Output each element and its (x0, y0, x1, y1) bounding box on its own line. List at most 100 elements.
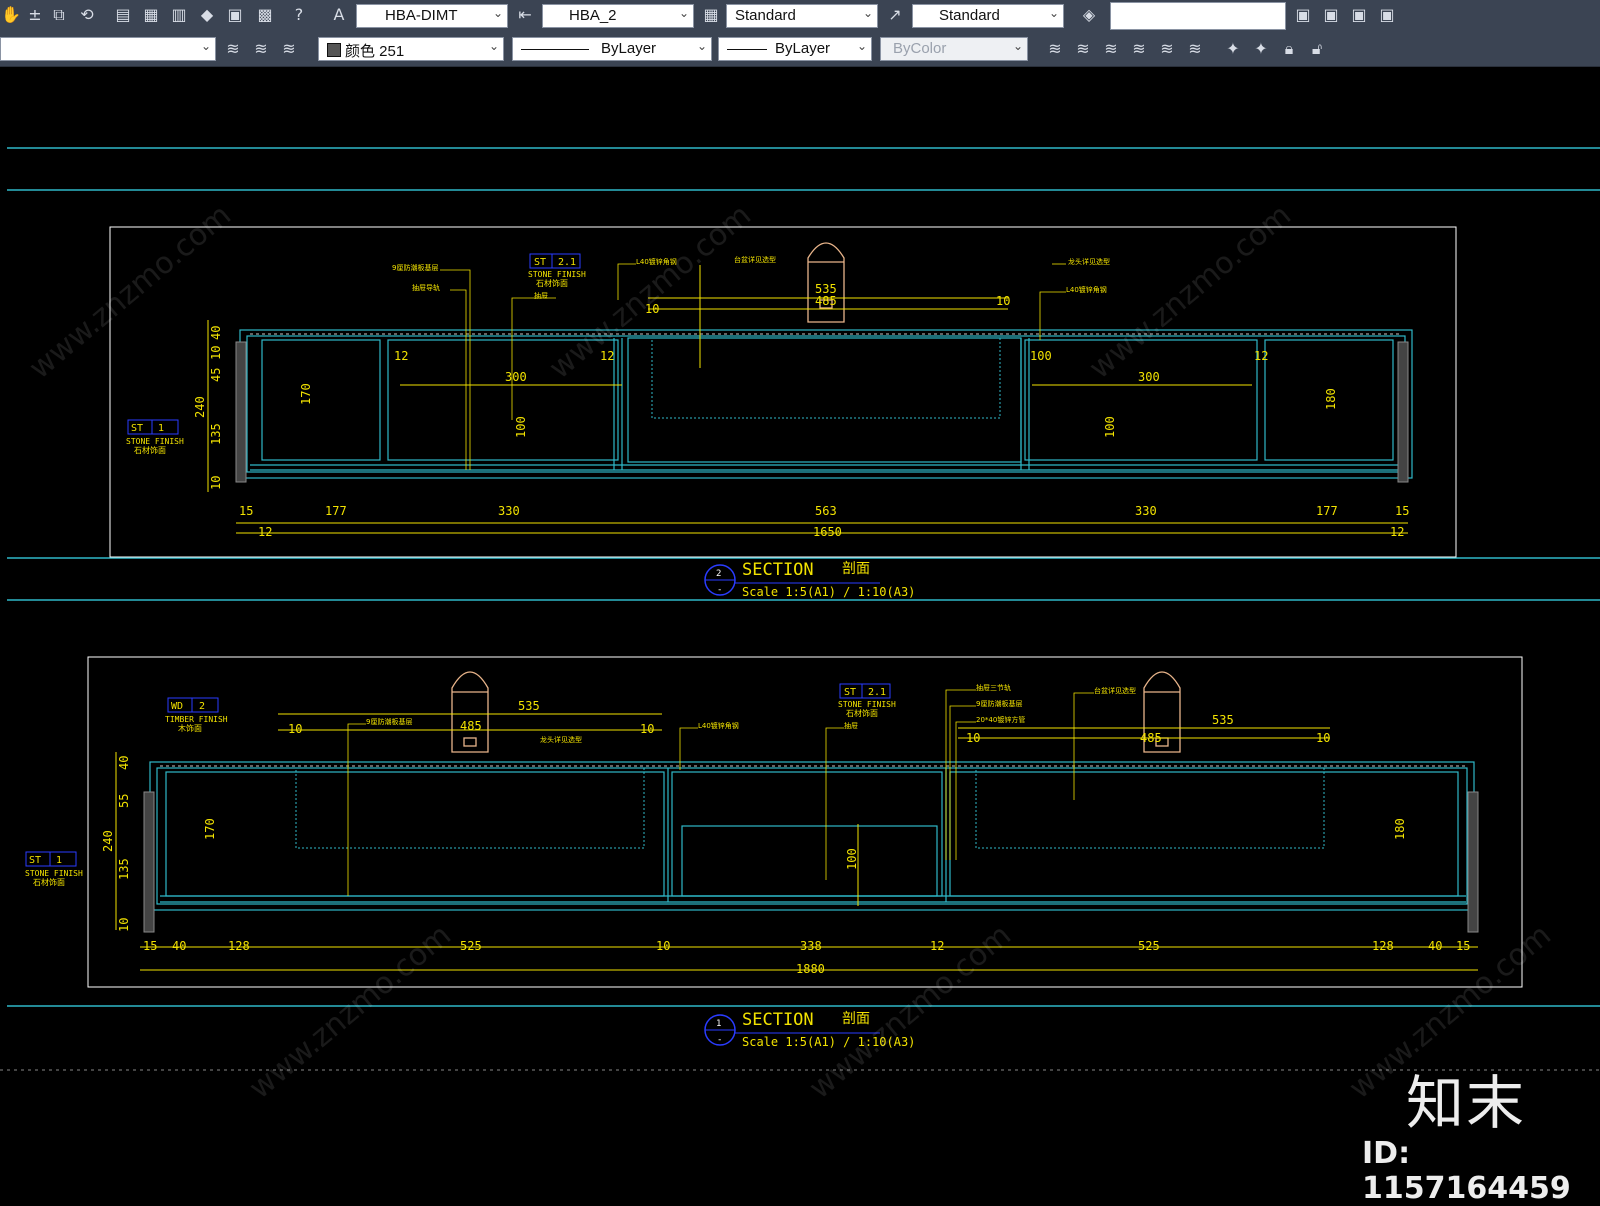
lineweight-value: ByLayer (775, 40, 831, 57)
layer-isolate-icon[interactable]: ▣ (1376, 4, 1398, 26)
layer-select[interactable]: ⌄ (0, 37, 216, 61)
tool-palettes-icon[interactable]: ▥ (168, 4, 190, 26)
section-sub: - (717, 1035, 722, 1045)
drawing-canvas[interactable]: 177 330 563 330 177 15 15 1650 12 12 535… (0, 67, 1600, 1188)
wall-hatch (1467, 791, 1479, 933)
calculator-icon[interactable]: ▩ (254, 4, 276, 26)
layer-match-icon[interactable]: ≋ (278, 38, 300, 60)
dim: 330 (1135, 504, 1157, 518)
pan-tool-icon[interactable]: ✋ (0, 4, 22, 26)
dimstyle-select[interactable]: HBA-DIMT ⌄ (356, 4, 508, 28)
chevron-down-icon: ⌄ (1012, 39, 1023, 53)
note: L40镀锌角钢 (1066, 285, 1107, 294)
sheet-set-icon[interactable]: ◆ (196, 4, 218, 26)
design-center-icon[interactable]: ▦ (140, 4, 162, 26)
text-style-icon[interactable]: A (328, 4, 350, 26)
layer-properties-icon[interactable]: ◈ (1078, 4, 1100, 26)
material-tag-left[interactable]: ST 1 STONE FINISH 石材饰面 (126, 419, 184, 455)
material-tag-top[interactable]: ST 2.1 STONE FINISH 石材饰面 (838, 683, 896, 718)
layer-delete-icon[interactable]: ≋ (1184, 38, 1206, 60)
make-current-layer-icon[interactable]: ≋ (222, 38, 244, 60)
dim: 10 (640, 722, 654, 736)
tag-num: 1 (158, 423, 164, 434)
layer-freeze-icon[interactable]: ≋ (1072, 38, 1094, 60)
note: 抽屉 (534, 291, 548, 300)
lineweight-select[interactable]: ByLayer ⌄ (718, 37, 872, 61)
layer-unlock-icon[interactable]: ≋ (1128, 38, 1150, 60)
multileader-value: Standard (939, 7, 1000, 24)
layer-merge-icon[interactable]: ≋ (1156, 38, 1178, 60)
note: 9厘防潮板基层 (366, 717, 412, 726)
dim: 10 (996, 294, 1010, 308)
linetype-select[interactable]: ByLayer ⌄ (512, 37, 712, 61)
section-2-drawing[interactable]: 177 330 563 330 177 15 15 1650 12 12 535… (109, 226, 1457, 599)
tag-line2: 石材饰面 (536, 278, 568, 288)
basin-outline (651, 337, 1001, 419)
table-style-icon[interactable]: ▦ (700, 4, 722, 26)
properties-icon[interactable]: ▤ (112, 4, 134, 26)
help-icon[interactable]: ? (288, 4, 310, 26)
color-select[interactable]: 颜色 251 ⌄ (318, 37, 504, 61)
zoom-previous-icon[interactable]: ⟲ (76, 4, 98, 26)
mleaderstyle-value: HBA_2 (569, 7, 617, 24)
layer-lock-icon[interactable]: ≋ (1100, 38, 1122, 60)
wall-hatch (143, 791, 155, 933)
layer-new-icon[interactable]: ▣ (1292, 4, 1314, 26)
note: 台盆详见选型 (734, 255, 776, 264)
dim: 40 (172, 939, 186, 953)
dim: 40 (209, 326, 223, 340)
light-on-icon[interactable]: ✦ (1250, 38, 1272, 60)
dim: 12 (394, 349, 408, 363)
tablestyle-select[interactable]: Standard ⌄ (726, 4, 878, 28)
note: 龙头详见选型 (1068, 257, 1110, 266)
zoom-realtime-icon[interactable]: ± (24, 4, 46, 26)
basin-outline (975, 767, 1325, 849)
mleaderstyle-select[interactable]: HBA_2 ⌄ (542, 4, 694, 28)
watermark-text: www.znzmo.com (803, 918, 1018, 1107)
chevron-down-icon: ⌄ (696, 39, 707, 53)
zoom-window-icon[interactable]: ⧉ (48, 4, 70, 26)
dim: 240 (101, 830, 115, 852)
tag-line1: STONE FINISH (838, 700, 896, 709)
multileader-select[interactable]: Standard ⌄ (912, 4, 1064, 28)
watermark-text: www.znzmo.com (23, 198, 238, 387)
layer-off-icon[interactable]: ≋ (1044, 38, 1066, 60)
layer-previous-icon[interactable]: ≋ (250, 38, 272, 60)
section-title: SECTION (742, 560, 814, 580)
material-tag-wood[interactable]: WD 2 TIMBER FINISH 木饰面 (165, 697, 228, 733)
chevron-down-icon: ⌄ (200, 39, 211, 53)
light-off-icon[interactable]: ✦ (1222, 38, 1244, 60)
layer-state-icon[interactable]: ▣ (1320, 4, 1342, 26)
unlock-icon[interactable]: 🔓︎ (1306, 38, 1328, 60)
dim: 100 (845, 848, 859, 870)
dim: 10 (966, 731, 980, 745)
note: L40镀锌角钢 (698, 721, 739, 730)
dim: 100 (1030, 349, 1052, 363)
multileader-style-icon[interactable]: ↗ (884, 4, 906, 26)
tag-code: WD (171, 701, 183, 712)
section-1-drawing[interactable]: 15 40 128 525 10 338 12 525 128 40 15 18… (25, 656, 1523, 1049)
dim: 170 (203, 818, 217, 840)
dim: 177 (325, 504, 347, 518)
layer-walk-icon[interactable]: ▣ (1348, 4, 1370, 26)
dim: 128 (1372, 939, 1394, 953)
watermark-text: www.znzmo.com (243, 918, 458, 1107)
dim: 177 (1316, 504, 1338, 518)
tag-num: 1 (56, 855, 62, 866)
plotstyle-select[interactable]: ByColor ⌄ (880, 37, 1028, 61)
section-sub: - (717, 585, 722, 595)
markup-icon[interactable]: ▣ (224, 4, 246, 26)
tag-code: ST (844, 687, 856, 698)
viewport-frame (87, 656, 1523, 988)
search-input[interactable] (1110, 2, 1286, 30)
linetype-sample (521, 49, 589, 50)
dimension-style-icon[interactable]: ⇤ (514, 4, 536, 26)
material-tag-left[interactable]: ST 1 STONE FINISH 石材饰面 (25, 851, 83, 887)
dim: 128 (228, 939, 250, 953)
wall-hatch (235, 341, 247, 483)
lock-icon[interactable]: 🔒︎ (1278, 38, 1300, 60)
section-2-title: 2 - SECTION 剖面 Scale 1:5(A1) / 1:10(A3) (704, 560, 915, 599)
tag-line1: STONE FINISH (528, 270, 586, 279)
material-tag-top[interactable]: ST 2.1 STONE FINISH 石材饰面 (528, 253, 586, 288)
dim: 135 (209, 423, 223, 445)
